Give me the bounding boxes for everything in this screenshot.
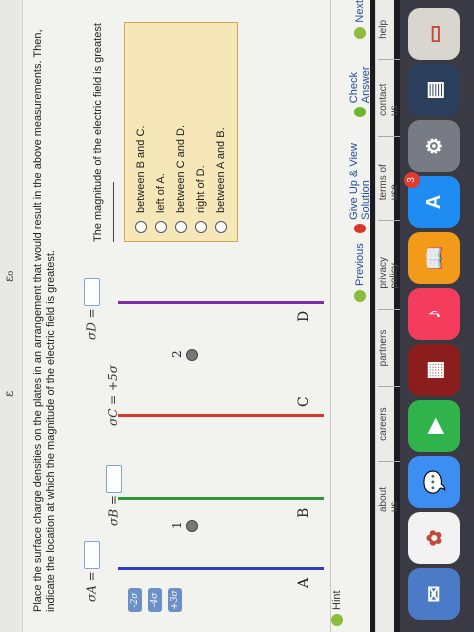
footer-link-careers[interactable]: careers: [378, 386, 400, 461]
footer-links: about us careers partners privacy policy…: [378, 0, 400, 532]
radio-button[interactable]: [155, 221, 167, 233]
document-glyph: ▭: [423, 24, 446, 44]
footer-link-partners[interactable]: partners: [378, 308, 400, 387]
certificate-icon[interactable]: ▤: [408, 64, 460, 116]
photos-icon[interactable]: ✿: [408, 512, 460, 564]
itunes-glyph: ♪: [422, 309, 445, 319]
photo-booth-icon[interactable]: ▦: [408, 344, 460, 396]
preview-glyph: ✉: [423, 585, 446, 603]
footer-link-privacy[interactable]: privacy policy: [378, 220, 400, 309]
sigma-b-input[interactable]: [106, 465, 122, 494]
problem-statement: Place the surface charge densities on th…: [32, 29, 57, 612]
point-1: [186, 520, 198, 532]
plate-c: [118, 414, 324, 417]
option-between-b-c[interactable]: between B and C.: [131, 31, 151, 233]
notification-badge: 3: [404, 172, 420, 188]
sigma-b-label: σB =: [106, 465, 122, 526]
facetime-icon[interactable]: ▶: [408, 400, 460, 452]
footer-link-help[interactable]: help: [378, 0, 400, 59]
option-left-a[interactable]: left of A.: [151, 31, 171, 233]
give-up-icon: [354, 223, 366, 234]
option-right-d[interactable]: right of D.: [191, 31, 211, 233]
hint-icon: [331, 614, 343, 626]
photos-glyph: ✿: [423, 529, 446, 547]
point-1-label: 1: [170, 521, 184, 529]
next-icon: [354, 26, 366, 39]
sigma-d-input[interactable]: [84, 278, 100, 307]
previous-button[interactable]: Previous: [348, 243, 372, 302]
answer-panel: The magnitude of the electric field is g…: [92, 22, 238, 242]
give-up-button[interactable]: Give Up & View Solution: [348, 127, 372, 234]
itunes-icon[interactable]: ♪: [408, 288, 460, 340]
ibooks-glyph: 📖: [423, 245, 446, 271]
plate-a-letter: A: [296, 577, 312, 588]
plate-d: [118, 301, 324, 304]
radio-button[interactable]: [175, 221, 187, 233]
messages-icon[interactable]: 💬: [408, 456, 460, 508]
hint-button[interactable]: Hint: [331, 590, 343, 632]
plate-b-letter: B: [296, 507, 312, 518]
ibooks-icon[interactable]: 📖: [408, 232, 460, 284]
plate-d-letter: D: [296, 310, 312, 322]
footer-link-terms[interactable]: terms of use: [378, 135, 400, 221]
point-2-label: 2: [170, 350, 184, 358]
point-2: [186, 349, 198, 361]
previous-question-strip: ε ε₀: [0, 0, 23, 632]
browser-page: ε ε₀ Place the surface charge densities …: [0, 0, 372, 632]
sigma-a-input[interactable]: [84, 541, 100, 570]
next-button[interactable]: Next: [348, 0, 372, 39]
certificate-glyph: ▤: [423, 80, 446, 100]
sigma-d-label: σD =: [84, 278, 100, 340]
option-between-c-d[interactable]: between C and D.: [171, 31, 191, 233]
plate-c-letter: C: [296, 396, 312, 407]
radio-button[interactable]: [215, 221, 227, 233]
document-icon[interactable]: ▭: [408, 8, 460, 60]
radio-button[interactable]: [195, 221, 207, 233]
footer: about us careers partners privacy policy…: [375, 0, 400, 632]
epsilon-symbol: ε: [2, 390, 16, 397]
sigma-a-label: σA =: [84, 541, 100, 602]
options-box: between B and C. left of A. between C an…: [124, 22, 238, 242]
dock: ✉ ✿ 💬 ▶ ▦ ♪ 📖 A 3 ⚙ ▤ ▭: [400, 0, 474, 632]
photo-booth-glyph: ▦: [423, 360, 446, 380]
plate-a: [118, 567, 324, 570]
radio-button[interactable]: [135, 221, 147, 233]
system-preferences-glyph: ⚙: [423, 137, 446, 155]
messages-glyph: 💬: [423, 469, 446, 495]
question-prompt: The magnitude of the electric field is g…: [92, 22, 118, 242]
preview-icon[interactable]: ✉: [408, 568, 460, 620]
divider: [330, 0, 331, 632]
footer-link-contact[interactable]: contact us: [378, 58, 400, 136]
footer-link-about[interactable]: about us: [378, 460, 400, 532]
check-icon: [354, 107, 366, 117]
app-store-icon[interactable]: A3: [404, 172, 460, 228]
check-answer-button[interactable]: Check Answer: [348, 49, 372, 117]
plate-b: [118, 497, 324, 500]
answer-blank: [113, 182, 114, 242]
option-between-a-b[interactable]: between A and B.: [211, 31, 231, 233]
previous-icon: [354, 290, 366, 302]
navigation-bar: Previous Give Up & View Solution Check A…: [348, 0, 372, 302]
facetime-glyph: ▶: [423, 418, 446, 434]
system-preferences-icon[interactable]: ⚙: [408, 120, 460, 172]
screen-stage: ε ε₀ Place the surface charge densities …: [0, 0, 474, 632]
plates-diagram: σA = σB = σC = +5σ σD = 1 2 A B C D: [60, 278, 324, 612]
epsilon-zero-symbol: ε₀: [2, 270, 16, 282]
